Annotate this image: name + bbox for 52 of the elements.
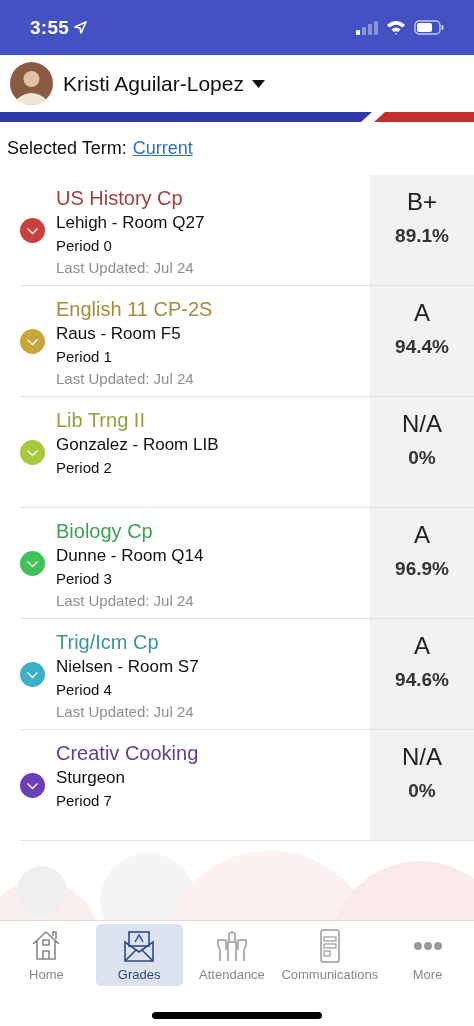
tab-bar-item[interactable]: Home (3, 924, 90, 986)
last-updated: Last Updated: Jul 24 (56, 258, 195, 278)
course-name: Trig/Icm Cp (56, 630, 160, 655)
term-link[interactable]: Current (132, 137, 193, 159)
grade-percent: 94.4% (395, 336, 449, 358)
period-label: Period 1 (56, 347, 113, 367)
period-label: Period 2 (56, 458, 113, 478)
grade-percent: 0% (408, 780, 436, 802)
tab-bar-item[interactable]: Attendance (188, 924, 276, 986)
period-label: Period 3 (56, 569, 113, 589)
letter-grade: A (414, 298, 430, 328)
period-label: Period 0 (56, 236, 113, 256)
teacher-room: Raus - Room F5 (56, 323, 182, 345)
teacher-room: Sturgeon (56, 767, 126, 789)
course-name: Lib Trng II (56, 408, 146, 433)
signal-icon (356, 20, 378, 35)
tab-bar-item[interactable]: Communications (281, 924, 379, 986)
expand-chevron-icon[interactable] (20, 217, 45, 243)
last-updated: Last Updated: Jul 24 (56, 702, 195, 722)
last-updated: Last Updated: Jul 24 (56, 591, 195, 611)
teacher-room: Dunne - Room Q14 (56, 545, 205, 567)
student-selector[interactable]: Kristi Aguilar-Lopez (63, 71, 265, 96)
term-label: Selected Term: (7, 137, 127, 159)
clock-time: 3:55 (30, 16, 70, 39)
course-name: Creativ Cooking (56, 741, 200, 766)
more-icon (413, 942, 442, 950)
course-name: English 11 CP-2S (56, 297, 214, 322)
grade-percent: 94.6% (395, 669, 449, 691)
tab-bar-item[interactable]: Grades (95, 924, 183, 986)
location-arrow-icon (74, 21, 88, 34)
wifi-icon (386, 20, 406, 35)
teacher-room: Gonzalez - Room LIB (56, 434, 220, 456)
course-name: US History Cp (56, 186, 184, 211)
grade-percent: 96.9% (395, 558, 449, 580)
tab-bar-item[interactable]: More (384, 924, 471, 986)
last-updated: Last Updated: Jul 24 (56, 369, 195, 389)
caret-icon (251, 79, 265, 88)
letter-grade: A (414, 520, 430, 550)
expand-chevron-icon[interactable] (20, 772, 45, 798)
grade-percent: 0% (408, 447, 436, 469)
course-name: Biology Cp (56, 519, 154, 544)
battery-icon (414, 20, 444, 35)
letter-grade: N/A (402, 742, 442, 772)
period-label: Period 4 (56, 680, 113, 700)
letter-grade: N/A (402, 409, 442, 439)
letter-grade: A (414, 631, 430, 661)
grade-percent: 89.1% (395, 225, 449, 247)
letter-grade: B+ (407, 187, 437, 217)
teacher-room: Lehigh - Room Q27 (56, 212, 206, 234)
period-label: Period 7 (56, 791, 113, 811)
teacher-room: Nielsen - Room S7 (56, 656, 200, 678)
avatar-icon (10, 62, 53, 105)
